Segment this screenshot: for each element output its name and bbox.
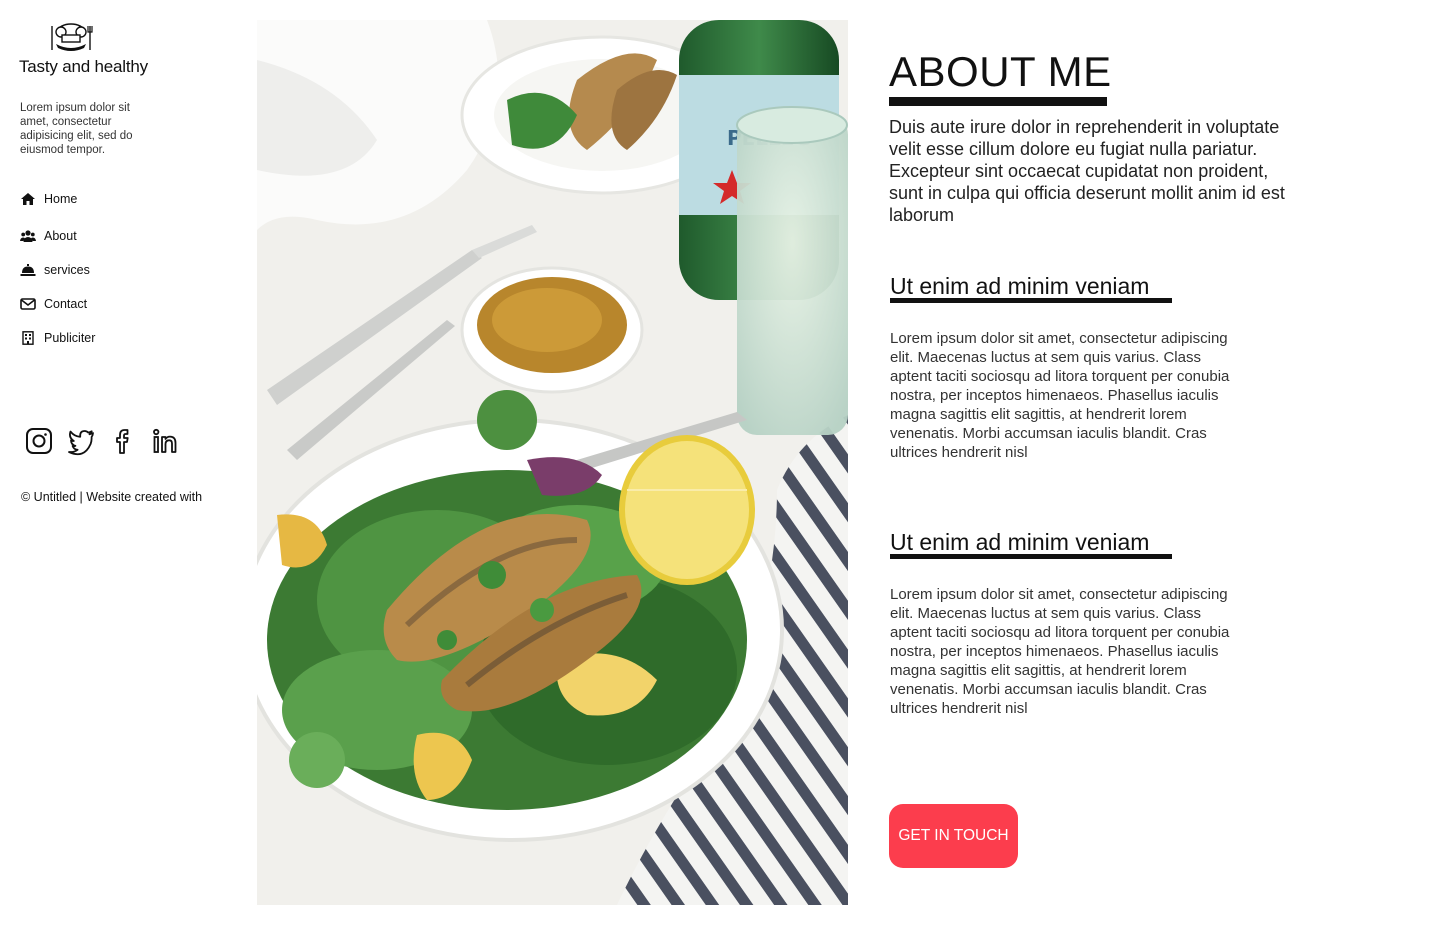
linkedin-icon[interactable] bbox=[150, 426, 180, 456]
service-bell-icon bbox=[20, 263, 36, 277]
facebook-icon[interactable] bbox=[108, 426, 138, 456]
section-underline bbox=[890, 554, 1172, 559]
users-icon bbox=[20, 229, 36, 243]
social-links bbox=[24, 426, 192, 456]
nav-item-label: Contact bbox=[44, 297, 88, 311]
home-icon bbox=[20, 192, 36, 206]
building-icon bbox=[20, 331, 36, 345]
food-photo: PELLEG bbox=[257, 20, 848, 905]
sidebar: Tasty and healthy Lorem ipsum dolor sit … bbox=[0, 0, 240, 925]
chef-hat-logo-icon[interactable] bbox=[48, 22, 94, 54]
intro-text: Duis aute irure dolor in reprehenderit i… bbox=[889, 117, 1285, 225]
instagram-icon[interactable] bbox=[24, 426, 54, 456]
get-in-touch-button[interactable]: GET IN TOUCH bbox=[889, 804, 1018, 868]
brand-name[interactable]: Tasty and healthy bbox=[19, 57, 148, 77]
section-heading: Ut enim ad minim veniam bbox=[890, 273, 1150, 299]
section-underline bbox=[890, 298, 1172, 303]
nav-item-label: Publiciter bbox=[44, 331, 96, 345]
section-body: Lorem ipsum dolor sit amet, consectetur … bbox=[890, 586, 1230, 717]
nav-item-services[interactable]: services bbox=[20, 263, 90, 277]
nav-item-label: Home bbox=[44, 192, 78, 206]
about-section: ABOUT ME Duis aute irure dolor in repreh… bbox=[889, 0, 1309, 925]
nav-item-home[interactable]: Home bbox=[20, 192, 77, 206]
copyright-text: © Untitled | Website created with bbox=[21, 490, 203, 504]
page-title: ABOUT ME bbox=[889, 48, 1112, 95]
title-underline bbox=[889, 97, 1107, 106]
nav-item-label: About bbox=[44, 229, 77, 243]
nav-item-about[interactable]: About bbox=[20, 229, 77, 243]
brand-tagline: Lorem ipsum dolor sit amet, consectetur … bbox=[20, 102, 133, 156]
nav-item-contact[interactable]: Contact bbox=[20, 297, 87, 311]
nav-item-label: services bbox=[44, 263, 90, 277]
nav-item-publiciter[interactable]: Publiciter bbox=[20, 331, 95, 345]
envelope-icon bbox=[20, 297, 36, 311]
section-heading: Ut enim ad minim veniam bbox=[890, 529, 1150, 555]
twitter-icon[interactable] bbox=[66, 426, 96, 456]
section-body: Lorem ipsum dolor sit amet, consectetur … bbox=[890, 330, 1230, 461]
